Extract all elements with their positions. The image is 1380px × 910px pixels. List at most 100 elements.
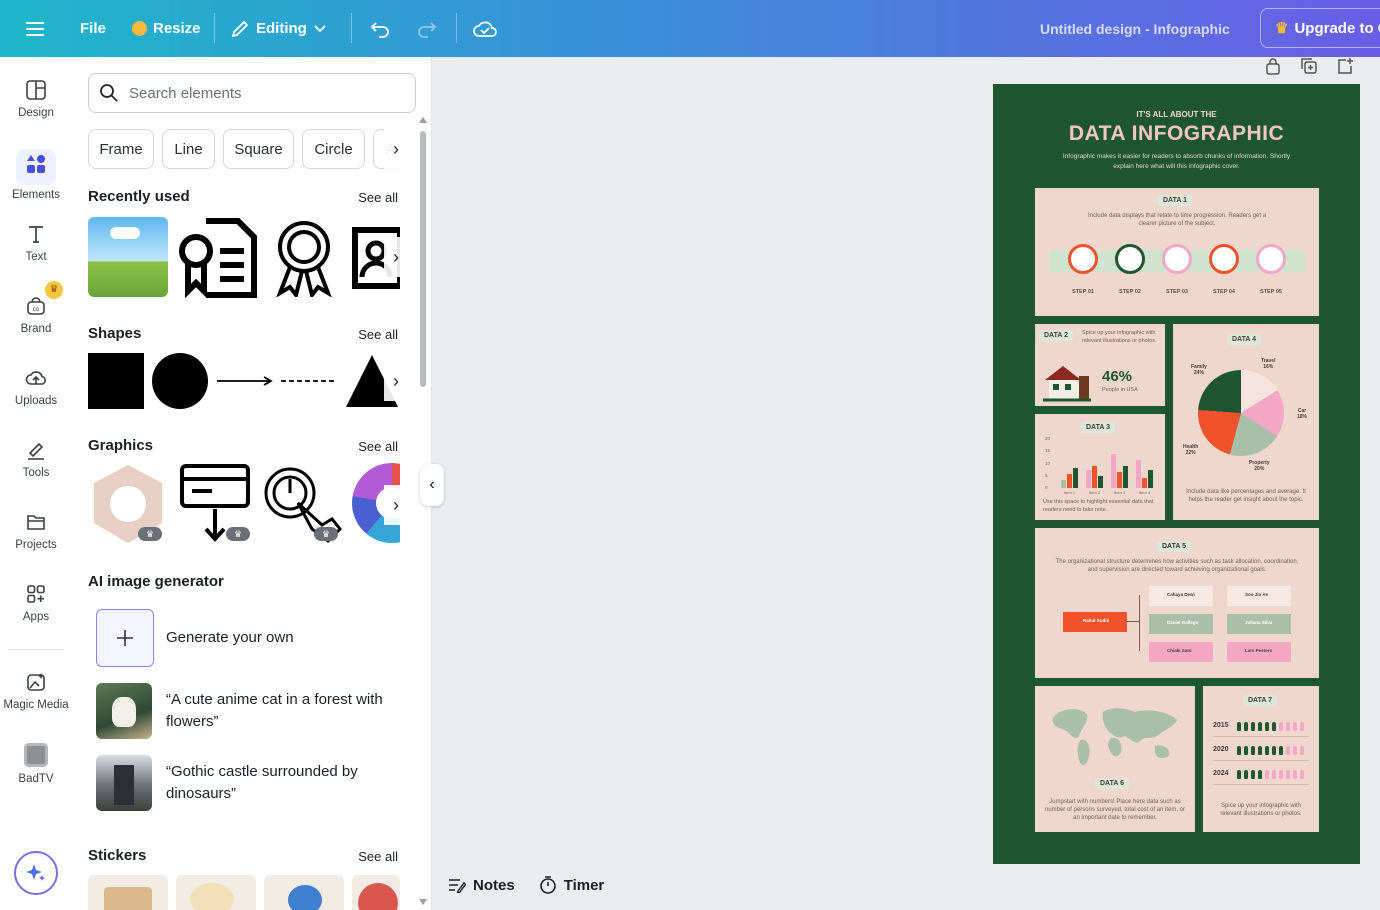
person-icon-filled bbox=[1237, 770, 1241, 779]
square-shape[interactable] bbox=[88, 353, 144, 409]
rail-item-magic-media[interactable]: Magic Media bbox=[0, 671, 72, 711]
generate-own-button[interactable] bbox=[96, 609, 154, 667]
data2-tag: DATA 2 bbox=[1039, 330, 1073, 341]
data2-text: Spice up your infographic with relevant … bbox=[1082, 330, 1157, 344]
gothic-castle-thumbnail[interactable] bbox=[96, 755, 152, 811]
data3-bars bbox=[1057, 444, 1157, 488]
redo-icon bbox=[418, 21, 437, 38]
prompt-anime-cat[interactable]: “A cute anime cat in a forest with flowe… bbox=[166, 689, 406, 733]
resize-button[interactable]: Resize bbox=[132, 0, 201, 57]
sticker-1[interactable] bbox=[88, 875, 168, 910]
infographic-page[interactable]: IT'S ALL ABOUT THE DATA INFOGRAPHIC Info… bbox=[993, 84, 1360, 864]
step-marker bbox=[1162, 244, 1192, 274]
person-icon-filled bbox=[1258, 770, 1262, 779]
collapse-panel-button[interactable]: ‹ bbox=[420, 464, 444, 506]
chip-circle[interactable]: Circle bbox=[302, 129, 365, 169]
org-connector bbox=[1139, 595, 1140, 651]
scroll-down-arrow[interactable] bbox=[419, 899, 427, 905]
rail-label: BadTV bbox=[18, 773, 54, 785]
row-divider bbox=[1213, 760, 1309, 761]
add-page-icon[interactable] bbox=[1336, 57, 1354, 75]
chevron-right-icon[interactable]: › bbox=[384, 237, 408, 277]
org-node: Chiaki Sato bbox=[1149, 642, 1213, 662]
page-toolbar bbox=[1264, 57, 1354, 75]
generate-own-label[interactable]: Generate your own bbox=[166, 627, 406, 649]
chevron-right-icon[interactable]: › bbox=[384, 485, 408, 525]
person-icon-empty bbox=[1293, 722, 1297, 731]
data5-tag: DATA 5 bbox=[1157, 541, 1191, 552]
chevron-right-icon[interactable]: › bbox=[384, 361, 408, 401]
steps-row: STEP 01 STEP 02 STEP 03 STEP 04 STEP 05 bbox=[1035, 188, 1319, 316]
data2-card: DATA 2 Spice up your infographic with re… bbox=[1035, 324, 1165, 406]
undo-button[interactable] bbox=[369, 0, 391, 57]
org-node: Lars Peeters bbox=[1227, 642, 1291, 662]
crown-icon: ♛ bbox=[1275, 20, 1289, 37]
design-title[interactable]: Untitled design - Infographic bbox=[1040, 0, 1230, 57]
upgrade-button[interactable]: ♛ Upgrade to C bbox=[1260, 8, 1380, 48]
rail-item-elements[interactable]: Elements bbox=[0, 149, 72, 201]
certificate-document-icon[interactable] bbox=[176, 217, 258, 299]
see-all-link[interactable]: See all bbox=[358, 327, 398, 342]
anime-cat-thumbnail[interactable] bbox=[96, 683, 152, 739]
dashed-line-shape[interactable] bbox=[280, 375, 336, 387]
search-placeholder: Search elements bbox=[129, 84, 242, 102]
chip-frame[interactable]: Frame bbox=[88, 129, 154, 169]
rail-item-text[interactable]: Text bbox=[0, 223, 72, 263]
scroll-up-arrow[interactable] bbox=[419, 117, 427, 123]
rail-item-uploads[interactable]: Uploads bbox=[0, 367, 72, 407]
recent-image-landscape[interactable] bbox=[88, 217, 168, 297]
see-all-link[interactable]: See all bbox=[358, 190, 398, 205]
data7-card: DATA 7 2015 2020 2024 Spice up your info… bbox=[1203, 686, 1319, 832]
see-all-link[interactable]: See all bbox=[358, 439, 398, 454]
person-icon-filled bbox=[1251, 722, 1255, 731]
prompt-gothic-castle[interactable]: “Gothic castle surrounded by dinosaurs” bbox=[166, 761, 406, 805]
plus-icon bbox=[117, 630, 133, 646]
person-icon-empty bbox=[1300, 722, 1304, 731]
step-marker bbox=[1256, 244, 1286, 274]
chip-line[interactable]: Line bbox=[162, 129, 215, 169]
badtv-icon bbox=[24, 743, 48, 767]
person-icon-filled bbox=[1258, 722, 1262, 731]
editing-dropdown[interactable]: Editing bbox=[230, 0, 327, 57]
step-label: STEP 04 bbox=[1213, 289, 1235, 295]
see-all-link[interactable]: See all bbox=[358, 849, 398, 864]
person-icon-empty bbox=[1279, 770, 1283, 779]
sticker-3[interactable] bbox=[264, 875, 344, 910]
timer-button[interactable]: Timer bbox=[539, 876, 604, 894]
rail-item-projects[interactable]: Projects bbox=[0, 511, 72, 551]
rail-label: Text bbox=[25, 251, 47, 263]
duplicate-page-icon[interactable] bbox=[1300, 57, 1318, 75]
person-icon-filled bbox=[1258, 746, 1262, 755]
notes-button[interactable]: Notes bbox=[448, 876, 515, 894]
person-icon-filled bbox=[1244, 722, 1248, 731]
lock-icon[interactable] bbox=[1264, 57, 1282, 75]
chevron-right-icon[interactable]: › bbox=[384, 129, 408, 169]
rail-item-apps[interactable]: Apps bbox=[0, 583, 72, 623]
hamburger-icon[interactable] bbox=[26, 0, 46, 57]
award-ribbon-icon[interactable] bbox=[264, 217, 344, 297]
redo-button[interactable] bbox=[416, 0, 438, 57]
chip-square[interactable]: Square bbox=[223, 129, 294, 169]
rail-item-tools[interactable]: Tools bbox=[0, 439, 72, 479]
cloud-save-button[interactable] bbox=[473, 0, 497, 57]
premium-crown-badge: ♛ bbox=[314, 527, 338, 541]
search-input[interactable]: Search elements bbox=[88, 73, 416, 113]
pie-label-family: Family 24% bbox=[1191, 364, 1207, 376]
step-marker bbox=[1115, 244, 1145, 274]
rail-item-design[interactable]: Design bbox=[0, 79, 72, 119]
data7-text: Spice up your infographic with relevant … bbox=[1220, 803, 1302, 817]
rail-item-badtv[interactable]: BadTV bbox=[0, 743, 72, 785]
arrow-line-shape[interactable] bbox=[216, 375, 274, 387]
ai-generator-heading: AI image generator bbox=[88, 573, 224, 590]
sticker-4[interactable] bbox=[352, 875, 400, 910]
timer-icon bbox=[539, 876, 556, 894]
side-rail: Design Elements Text co ♛ Brand Uploads … bbox=[0, 57, 72, 910]
search-icon bbox=[100, 84, 118, 102]
bar-group bbox=[1086, 466, 1103, 488]
circle-shape[interactable] bbox=[152, 353, 208, 409]
magic-assistant-button[interactable] bbox=[14, 851, 58, 895]
file-menu[interactable]: File bbox=[80, 0, 106, 57]
sticker-2[interactable] bbox=[176, 875, 256, 910]
panel-scrollbar[interactable] bbox=[420, 131, 426, 387]
rail-item-brand[interactable]: co ♛ Brand bbox=[0, 281, 72, 335]
